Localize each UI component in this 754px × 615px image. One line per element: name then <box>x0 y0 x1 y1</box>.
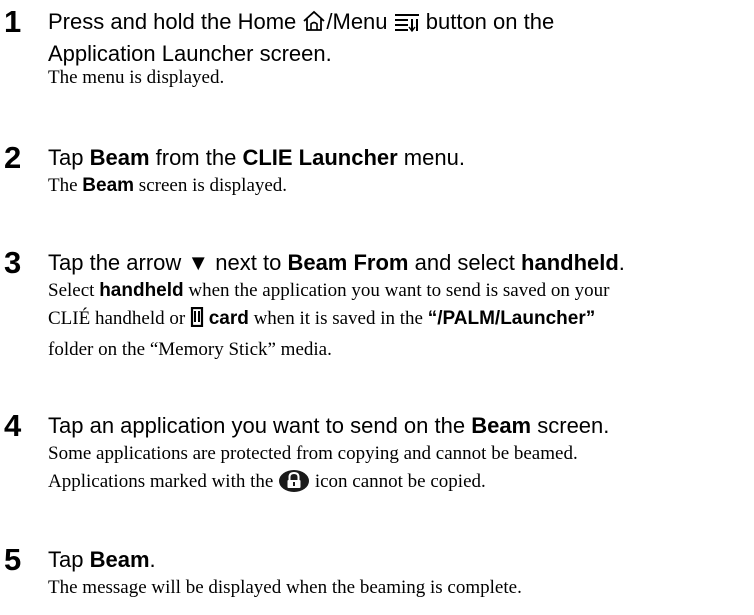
step-detail: Select handheld when the application you… <box>48 277 748 364</box>
step-detail: The message will be displayed when the b… <box>48 577 522 598</box>
home-icon <box>302 10 326 39</box>
step-detail: The Beam screen is displayed. <box>48 175 288 196</box>
step-number: 5 <box>4 542 22 577</box>
detail-line: CLIÉ handheld or card when it is saved i… <box>48 305 748 336</box>
step-number: 3 <box>4 245 22 280</box>
step-number: 1 <box>4 4 22 39</box>
step-instruction: Tap an application you want to send on t… <box>48 413 610 438</box>
lock-icon <box>278 468 310 501</box>
step-instruction: Tap the arrow ▼ next to Beam From and se… <box>48 250 625 275</box>
step-instruction: Tap Beam. <box>48 547 156 572</box>
step-number: 4 <box>4 408 22 443</box>
step-detail: The menu is displayed. <box>48 67 225 88</box>
detail-line: folder on the “Memory Stick” media. <box>48 339 332 360</box>
step-instruction: Tap Beam from the CLIE Launcher menu. <box>48 145 465 170</box>
instruction-line: Press and hold the Home /Menu button on … <box>48 7 748 39</box>
step-instruction: Press and hold the Home /Menu button on … <box>48 7 748 68</box>
detail-line: Some applications are protected from cop… <box>48 443 578 464</box>
step-detail: Some applications are protected from cop… <box>48 440 748 501</box>
detail-line: Select handheld when the application you… <box>48 280 610 301</box>
step-number: 2 <box>4 140 22 175</box>
detail-line: Applications marked with the icon cannot… <box>48 468 748 501</box>
memory-card-icon <box>190 306 204 336</box>
menu-icon <box>394 10 420 39</box>
